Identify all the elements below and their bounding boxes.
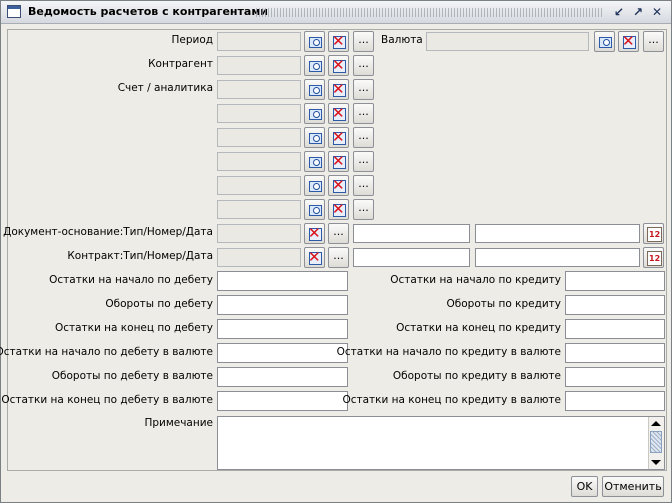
debit-open-field[interactable]	[217, 271, 348, 291]
period-more-button[interactable]	[353, 31, 374, 52]
debit-close-cur-field[interactable]	[217, 391, 348, 411]
period-label: Период	[171, 34, 213, 46]
debit-turn-cur-label: Обороты по дебету в валюте	[51, 370, 213, 382]
currency-lookup-icon[interactable]	[594, 31, 615, 52]
basis-doc-type-field[interactable]	[217, 224, 301, 243]
credit-open-field[interactable]	[565, 271, 665, 291]
window-icon	[7, 5, 21, 18]
analytics-5-clear-icon[interactable]	[328, 199, 349, 220]
analytics-4-clear-icon[interactable]	[328, 175, 349, 196]
counterparty-label: Контрагент	[148, 58, 213, 70]
title-bar: Ведомость расчетов с контрагентами ↙ ↗ ✕	[1, 1, 671, 24]
debit-close-field[interactable]	[217, 319, 348, 339]
credit-close-label: Остатки на конец по кредиту	[396, 322, 561, 334]
contract-calendar-icon[interactable]	[643, 247, 664, 268]
maximize-icon[interactable]: ↗	[630, 4, 646, 20]
scroll-up-icon[interactable]	[651, 421, 661, 426]
analytics-3-lookup-icon[interactable]	[304, 151, 325, 172]
analytics-1-more-button[interactable]	[353, 103, 374, 124]
counterparty-field[interactable]	[217, 56, 301, 75]
analytics-field-3[interactable]	[217, 152, 301, 171]
note-label: Примечание	[144, 417, 213, 429]
analytics-field-5[interactable]	[217, 200, 301, 219]
dialog-window: Ведомость расчетов с контрагентами ↙ ↗ ✕…	[0, 0, 672, 503]
account-label: Счет / аналитика	[117, 82, 213, 94]
contract-more-button[interactable]	[328, 247, 349, 268]
counterparty-clear-icon[interactable]	[328, 55, 349, 76]
analytics-4-lookup-icon[interactable]	[304, 175, 325, 196]
analytics-4-more-button[interactable]	[353, 175, 374, 196]
analytics-3-more-button[interactable]	[353, 151, 374, 172]
credit-turn-field[interactable]	[565, 295, 665, 315]
analytics-5-lookup-icon[interactable]	[304, 199, 325, 220]
title-grip	[256, 8, 604, 17]
basis-doc-more-button[interactable]	[328, 223, 349, 244]
currency-label: Валюта	[381, 34, 423, 46]
analytics-5-more-button[interactable]	[353, 199, 374, 220]
account-1-lookup-icon[interactable]	[304, 79, 325, 100]
credit-close-cur-field[interactable]	[565, 391, 665, 411]
credit-open-label: Остатки на начало по кредиту	[390, 274, 561, 286]
credit-open-cur-field[interactable]	[565, 343, 665, 363]
basis-doc-label: Документ-основание:Тип/Номер/Дата	[3, 226, 213, 238]
analytics-1-lookup-icon[interactable]	[304, 103, 325, 124]
note-textarea[interactable]	[217, 416, 665, 470]
analytics-2-lookup-icon[interactable]	[304, 127, 325, 148]
analytics-field-4[interactable]	[217, 176, 301, 195]
note-scrollbar[interactable]	[648, 417, 664, 469]
window-title: Ведомость расчетов с контрагентами	[28, 5, 269, 18]
account-field-1[interactable]	[217, 80, 301, 99]
period-field[interactable]	[217, 32, 301, 51]
contract-label: Контракт:Тип/Номер/Дата	[67, 250, 213, 262]
scroll-thumb[interactable]	[650, 431, 662, 453]
analytics-1-clear-icon[interactable]	[328, 103, 349, 124]
basis-doc-number-field[interactable]	[353, 224, 470, 243]
debit-open-cur-field[interactable]	[217, 343, 348, 363]
debit-close-cur-label: Остатки на конец по дебету в валюте	[1, 394, 213, 406]
analytics-field-1[interactable]	[217, 104, 301, 123]
debit-open-label: Остатки на начало по дебету	[49, 274, 213, 286]
ok-button[interactable]: OK	[571, 476, 598, 497]
credit-turn-cur-field[interactable]	[565, 367, 665, 387]
period-clear-icon[interactable]	[328, 31, 349, 52]
contract-clear-icon[interactable]	[304, 247, 325, 268]
debit-turn-cur-field[interactable]	[217, 367, 348, 387]
credit-turn-label: Обороты по кредиту	[446, 298, 561, 310]
scroll-down-icon[interactable]	[651, 460, 661, 465]
account-1-clear-icon[interactable]	[328, 79, 349, 100]
credit-turn-cur-label: Обороты по кредиту в валюте	[392, 370, 561, 382]
counterparty-lookup-icon[interactable]	[304, 55, 325, 76]
account-1-more-button[interactable]	[353, 79, 374, 100]
analytics-field-2[interactable]	[217, 128, 301, 147]
contract-type-field[interactable]	[217, 248, 301, 267]
credit-close-field[interactable]	[565, 319, 665, 339]
analytics-2-more-button[interactable]	[353, 127, 374, 148]
cancel-button[interactable]: Отменить	[602, 476, 664, 497]
debit-turn-field[interactable]	[217, 295, 348, 315]
close-icon[interactable]: ✕	[649, 4, 665, 20]
credit-close-cur-label: Остатки на конец по кредиту в валюте	[342, 394, 561, 406]
debit-open-cur-label: Остатки на начало по дебету в валюте	[0, 346, 213, 358]
debit-close-label: Остатки на конец по дебету	[54, 322, 213, 334]
currency-more-button[interactable]	[643, 31, 664, 52]
basis-doc-date-field[interactable]	[475, 224, 640, 243]
analytics-3-clear-icon[interactable]	[328, 151, 349, 172]
contract-date-field[interactable]	[475, 248, 640, 267]
counterparty-more-button[interactable]	[353, 55, 374, 76]
period-lookup-icon[interactable]	[304, 31, 325, 52]
analytics-2-clear-icon[interactable]	[328, 127, 349, 148]
credit-open-cur-label: Остатки на начало по кредиту в валюте	[336, 346, 561, 358]
basis-doc-calendar-icon[interactable]	[643, 223, 664, 244]
debit-turn-label: Обороты по дебету	[105, 298, 213, 310]
contract-number-field[interactable]	[353, 248, 470, 267]
currency-clear-icon[interactable]	[618, 31, 639, 52]
currency-field[interactable]	[426, 32, 589, 51]
minimize-icon[interactable]: ↙	[611, 4, 627, 20]
form-panel: Период Валюта Контрагент Счет / аналитик…	[0, 29, 667, 471]
basis-doc-clear-icon[interactable]	[304, 223, 325, 244]
